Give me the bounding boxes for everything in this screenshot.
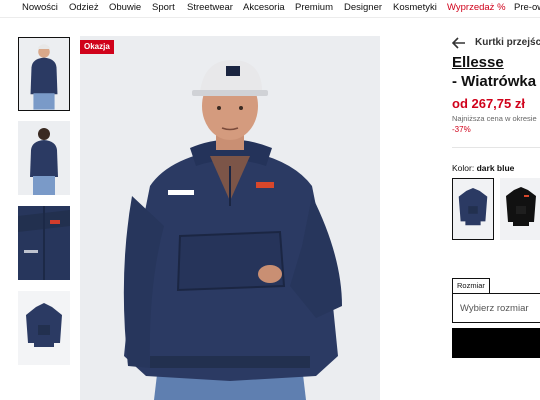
add-to-cart-button[interactable] bbox=[452, 328, 540, 358]
thumbnail-back[interactable] bbox=[18, 121, 70, 195]
color-swatch-dark-blue[interactable] bbox=[452, 178, 494, 240]
product-title: - Wiatrówka bbox=[452, 73, 537, 90]
nav-item-sport[interactable]: Sport bbox=[152, 2, 175, 13]
brand-link[interactable]: Ellesse bbox=[452, 54, 504, 71]
nav-item-streetwear[interactable]: Streetwear bbox=[187, 2, 233, 13]
price: od 267,75 zł bbox=[452, 96, 525, 111]
lowest-price-note: Najniższa cena w okresie bbox=[452, 114, 537, 123]
size-label: Rozmiar bbox=[452, 278, 490, 293]
thumbnail-flat[interactable] bbox=[18, 291, 70, 365]
divider bbox=[452, 147, 540, 148]
color-label-text: Kolor: bbox=[452, 163, 475, 173]
model-photo-icon bbox=[80, 36, 380, 400]
nav-item-obuwie[interactable]: Obuwie bbox=[109, 2, 141, 13]
color-label: Kolor: dark blue bbox=[452, 163, 514, 173]
thumbnail-detail[interactable] bbox=[18, 206, 70, 280]
nav-item-kosmetyki[interactable]: Kosmetyki bbox=[393, 2, 437, 13]
nav-item-nowosci[interactable]: Nowości bbox=[22, 2, 58, 13]
model-front-icon bbox=[19, 38, 69, 110]
nav-item-wyprzedaz[interactable]: Wyprzedaż % bbox=[447, 2, 506, 13]
breadcrumb[interactable]: Kurtki przejściowe bbox=[475, 37, 540, 48]
nav-item-pre-owned[interactable]: Pre-ow bbox=[514, 2, 540, 13]
nav-item-odziez[interactable]: Odzież bbox=[69, 2, 99, 13]
jacket-navy-icon bbox=[453, 179, 493, 239]
sale-badge: Okazja bbox=[80, 40, 114, 54]
size-select[interactable]: Wybierz rozmiar bbox=[452, 293, 540, 323]
product-flat-icon bbox=[18, 291, 70, 365]
nav-item-akcesoria[interactable]: Akcesoria bbox=[243, 2, 285, 13]
top-navigation: Nowości Odzież Obuwie Sport Streetwear A… bbox=[0, 0, 540, 18]
jacket-black-icon bbox=[500, 178, 540, 240]
nav-item-premium[interactable]: Premium bbox=[295, 2, 333, 13]
color-swatch-black[interactable] bbox=[500, 178, 540, 240]
thumbnail-front[interactable] bbox=[18, 37, 70, 111]
fabric-detail-icon bbox=[18, 206, 70, 280]
back-arrow-icon[interactable] bbox=[452, 37, 466, 49]
discount-badge: -37% bbox=[452, 125, 471, 134]
main-product-image[interactable] bbox=[80, 36, 380, 400]
nav-item-designer[interactable]: Designer bbox=[344, 2, 382, 13]
model-back-icon bbox=[18, 121, 70, 195]
color-value: dark blue bbox=[476, 163, 515, 173]
